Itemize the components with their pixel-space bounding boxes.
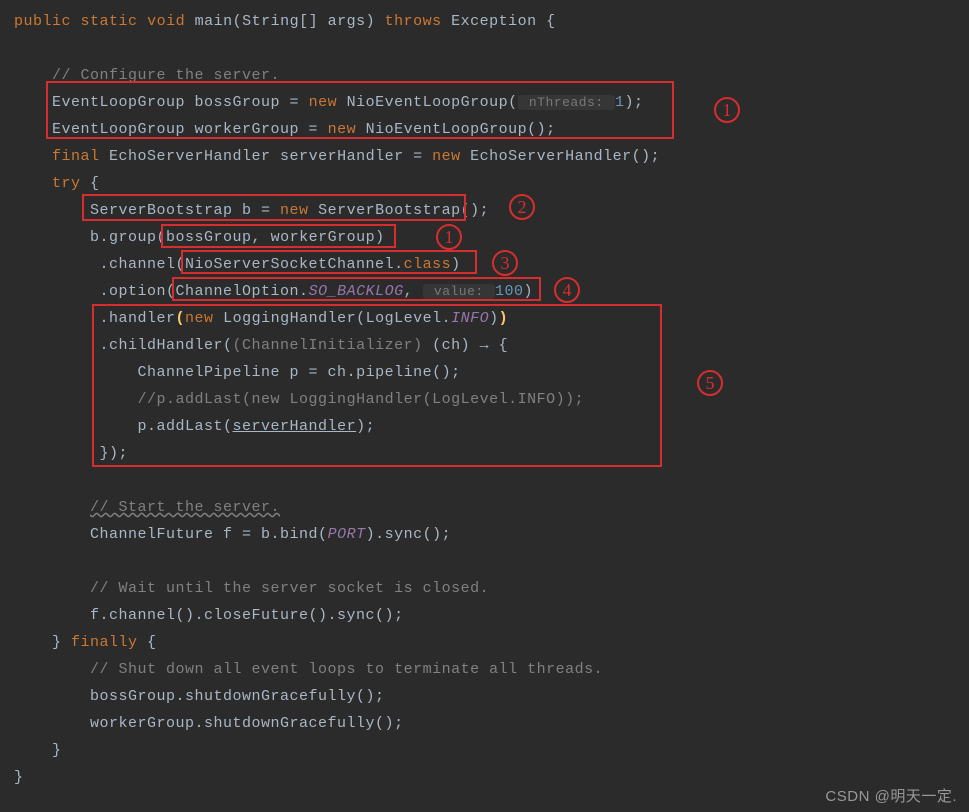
code-line: public static void main(String[] args) t… [14,8,969,35]
code-line: workerGroup.shutdownGracefully(); [14,710,969,737]
code-line [14,35,969,62]
code-line: } finally { [14,629,969,656]
code-line: b.group(bossGroup, workerGroup) [14,224,969,251]
code-line: ChannelPipeline p = ch.pipeline(); [14,359,969,386]
code-line: ServerBootstrap b = new ServerBootstrap(… [14,197,969,224]
code-line: ChannelFuture f = b.bind(PORT).sync(); [14,521,969,548]
code-line: //p.addLast(new LoggingHandler(LogLevel.… [14,386,969,413]
code-line: .channel(NioServerSocketChannel.class) [14,251,969,278]
param-hint: value: [423,284,495,299]
code-line: p.addLast(serverHandler); [14,413,969,440]
param-hint: nThreads: [518,95,615,110]
code-line: // Wait until the server socket is close… [14,575,969,602]
code-line: .handler(new LoggingHandler(LogLevel.INF… [14,305,969,332]
code-line: // Shut down all event loops to terminat… [14,656,969,683]
code-line: .childHandler((ChannelInitializer) (ch) … [14,332,969,359]
code-line: EventLoopGroup bossGroup = new NioEventL… [14,89,969,116]
code-line: } [14,737,969,764]
watermark: CSDN @明天一定. [825,785,957,806]
code-line [14,548,969,575]
code-line: try { [14,170,969,197]
code-line: bossGroup.shutdownGracefully(); [14,683,969,710]
code-line: }); [14,440,969,467]
code-editor[interactable]: public static void main(String[] args) t… [0,0,969,791]
code-line [14,467,969,494]
code-line: .option(ChannelOption.SO_BACKLOG, value:… [14,278,969,305]
code-line: // Start the server. [14,494,969,521]
code-line: f.channel().closeFuture().sync(); [14,602,969,629]
code-line: final EchoServerHandler serverHandler = … [14,143,969,170]
code-line: EventLoopGroup workerGroup = new NioEven… [14,116,969,143]
code-line: // Configure the server. [14,62,969,89]
